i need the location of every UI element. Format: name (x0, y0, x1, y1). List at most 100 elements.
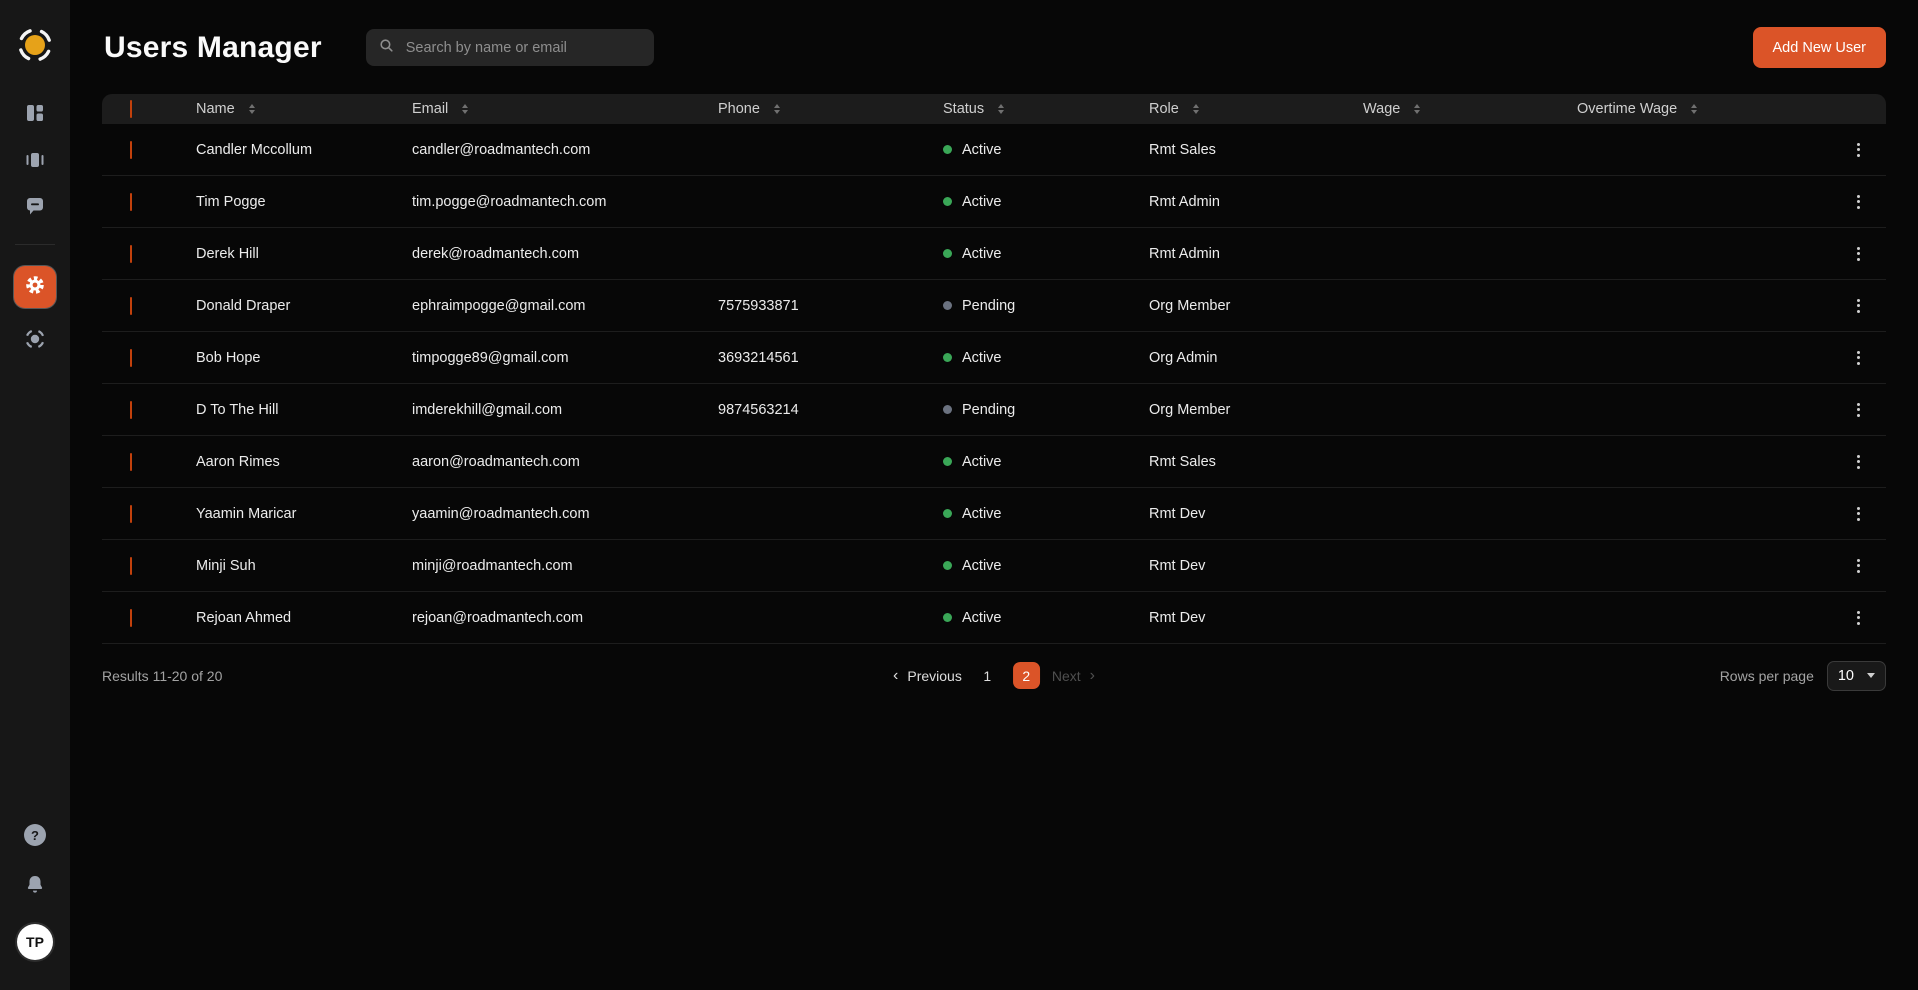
user-name-cell: Bob Hope (196, 350, 412, 366)
user-avatar[interactable]: TP (17, 924, 53, 960)
kanban-icon (23, 148, 47, 177)
user-email-cell: candler@roadmantech.com (412, 142, 718, 158)
chat-icon (23, 195, 47, 224)
sort-icon (462, 104, 468, 114)
page-title: Users Manager (104, 31, 322, 65)
table-row: Candler Mccollum candler@roadmantech.com… (102, 124, 1886, 176)
row-checkbox[interactable] (130, 193, 132, 211)
column-header-phone[interactable]: Phone (718, 101, 943, 117)
main-content: Users Manager Add New User Name Email (70, 0, 1918, 690)
user-email-cell: timpogge89@gmail.com (412, 350, 718, 366)
app-logo-icon[interactable] (14, 24, 56, 66)
row-checkbox[interactable] (130, 349, 132, 367)
status-label: Active (962, 350, 1002, 366)
page-number-2-current[interactable]: 2 (1013, 662, 1040, 689)
row-checkbox[interactable] (130, 557, 132, 575)
row-checkbox[interactable] (130, 297, 132, 315)
status-dot (943, 301, 952, 310)
status-dot (943, 405, 952, 414)
row-checkbox[interactable] (130, 141, 132, 159)
sidebar-item-users-settings[interactable] (14, 266, 56, 308)
results-count: Results 11-20 of 20 (102, 668, 222, 684)
search-box[interactable] (366, 29, 654, 66)
caret-down-icon (1867, 673, 1875, 678)
column-header-role[interactable]: Role (1149, 101, 1363, 117)
previous-page-button[interactable]: ‹ Previous (893, 668, 962, 684)
help-icon[interactable]: ? (24, 824, 46, 846)
user-status-cell: Pending (943, 402, 1149, 418)
row-actions-menu-icon[interactable] (1853, 347, 1864, 369)
row-actions-menu-icon[interactable] (1853, 243, 1864, 265)
next-page-button[interactable]: Next › (1052, 668, 1095, 684)
user-email-cell: aaron@roadmantech.com (412, 454, 718, 470)
column-header-overtime-wage[interactable]: Overtime Wage (1577, 101, 1822, 117)
status-dot (943, 613, 952, 622)
table-row: Derek Hill derek@roadmantech.com Active … (102, 228, 1886, 280)
user-email-cell: imderekhill@gmail.com (412, 402, 718, 418)
sidebar-item-dashboard[interactable] (21, 101, 49, 129)
rows-per-page-label: Rows per page (1720, 668, 1814, 684)
row-actions-menu-icon[interactable] (1853, 607, 1864, 629)
user-status-cell: Active (943, 610, 1149, 626)
user-status-cell: Active (943, 454, 1149, 470)
user-role-cell: Rmt Dev (1149, 558, 1363, 574)
sort-icon (249, 104, 255, 114)
user-role-cell: Rmt Sales (1149, 142, 1363, 158)
sort-icon (774, 104, 780, 114)
roadmap-icon (23, 327, 47, 356)
table-row: Donald Draper ephraimpogge@gmail.com 757… (102, 280, 1886, 332)
gear-icon (23, 273, 47, 302)
status-label: Pending (962, 298, 1015, 314)
add-new-user-button[interactable]: Add New User (1753, 27, 1886, 68)
row-checkbox[interactable] (130, 245, 132, 263)
user-phone-cell: 9874563214 (718, 402, 943, 418)
user-phone-cell: 3693214561 (718, 350, 943, 366)
sidebar-item-messages[interactable] (21, 195, 49, 223)
notifications-bell-icon[interactable] (23, 873, 47, 897)
row-actions-menu-icon[interactable] (1853, 191, 1864, 213)
user-status-cell: Active (943, 194, 1149, 210)
rows-per-page-select[interactable]: 10 (1827, 661, 1886, 691)
search-input[interactable] (404, 39, 642, 57)
status-label: Active (962, 454, 1002, 470)
row-actions-menu-icon[interactable] (1853, 295, 1864, 317)
row-checkbox[interactable] (130, 453, 132, 471)
column-header-email[interactable]: Email (412, 101, 718, 117)
row-actions-menu-icon[interactable] (1853, 399, 1864, 421)
search-icon (378, 37, 395, 59)
status-label: Active (962, 194, 1002, 210)
sidebar-item-board[interactable] (21, 148, 49, 176)
row-actions-menu-icon[interactable] (1853, 451, 1864, 473)
table-row: Aaron Rimes aaron@roadmantech.com Active… (102, 436, 1886, 488)
status-label: Active (962, 558, 1002, 574)
page-number-1[interactable]: 1 (974, 662, 1001, 689)
status-label: Active (962, 142, 1002, 158)
row-checkbox[interactable] (130, 505, 132, 523)
row-actions-menu-icon[interactable] (1853, 503, 1864, 525)
user-role-cell: Org Member (1149, 402, 1363, 418)
status-dot (943, 561, 952, 570)
user-role-cell: Org Member (1149, 298, 1363, 314)
table-footer: Results 11-20 of 20 ‹ Previous 1 2 Next … (102, 644, 1886, 690)
table-row: Yaamin Maricar yaamin@roadmantech.com Ac… (102, 488, 1886, 540)
user-name-cell: Tim Pogge (196, 194, 412, 210)
row-checkbox[interactable] (130, 609, 132, 627)
column-header-wage[interactable]: Wage (1363, 101, 1577, 117)
user-name-cell: Rejoan Ahmed (196, 610, 412, 626)
user-email-cell: tim.pogge@roadmantech.com (412, 194, 718, 210)
sidebar-nav (14, 101, 56, 355)
sidebar-bottom: ? TP (17, 824, 53, 960)
user-status-cell: Pending (943, 298, 1149, 314)
select-all-checkbox[interactable] (130, 100, 132, 118)
status-dot (943, 353, 952, 362)
column-header-status[interactable]: Status (943, 101, 1149, 117)
status-label: Active (962, 246, 1002, 262)
user-role-cell: Org Admin (1149, 350, 1363, 366)
row-actions-menu-icon[interactable] (1853, 555, 1864, 577)
sidebar-item-roadmap[interactable] (21, 327, 49, 355)
sidebar: ? TP (0, 0, 70, 990)
row-actions-menu-icon[interactable] (1853, 139, 1864, 161)
column-header-name[interactable]: Name (196, 101, 412, 117)
row-checkbox[interactable] (130, 401, 132, 419)
sort-icon (1691, 104, 1697, 114)
